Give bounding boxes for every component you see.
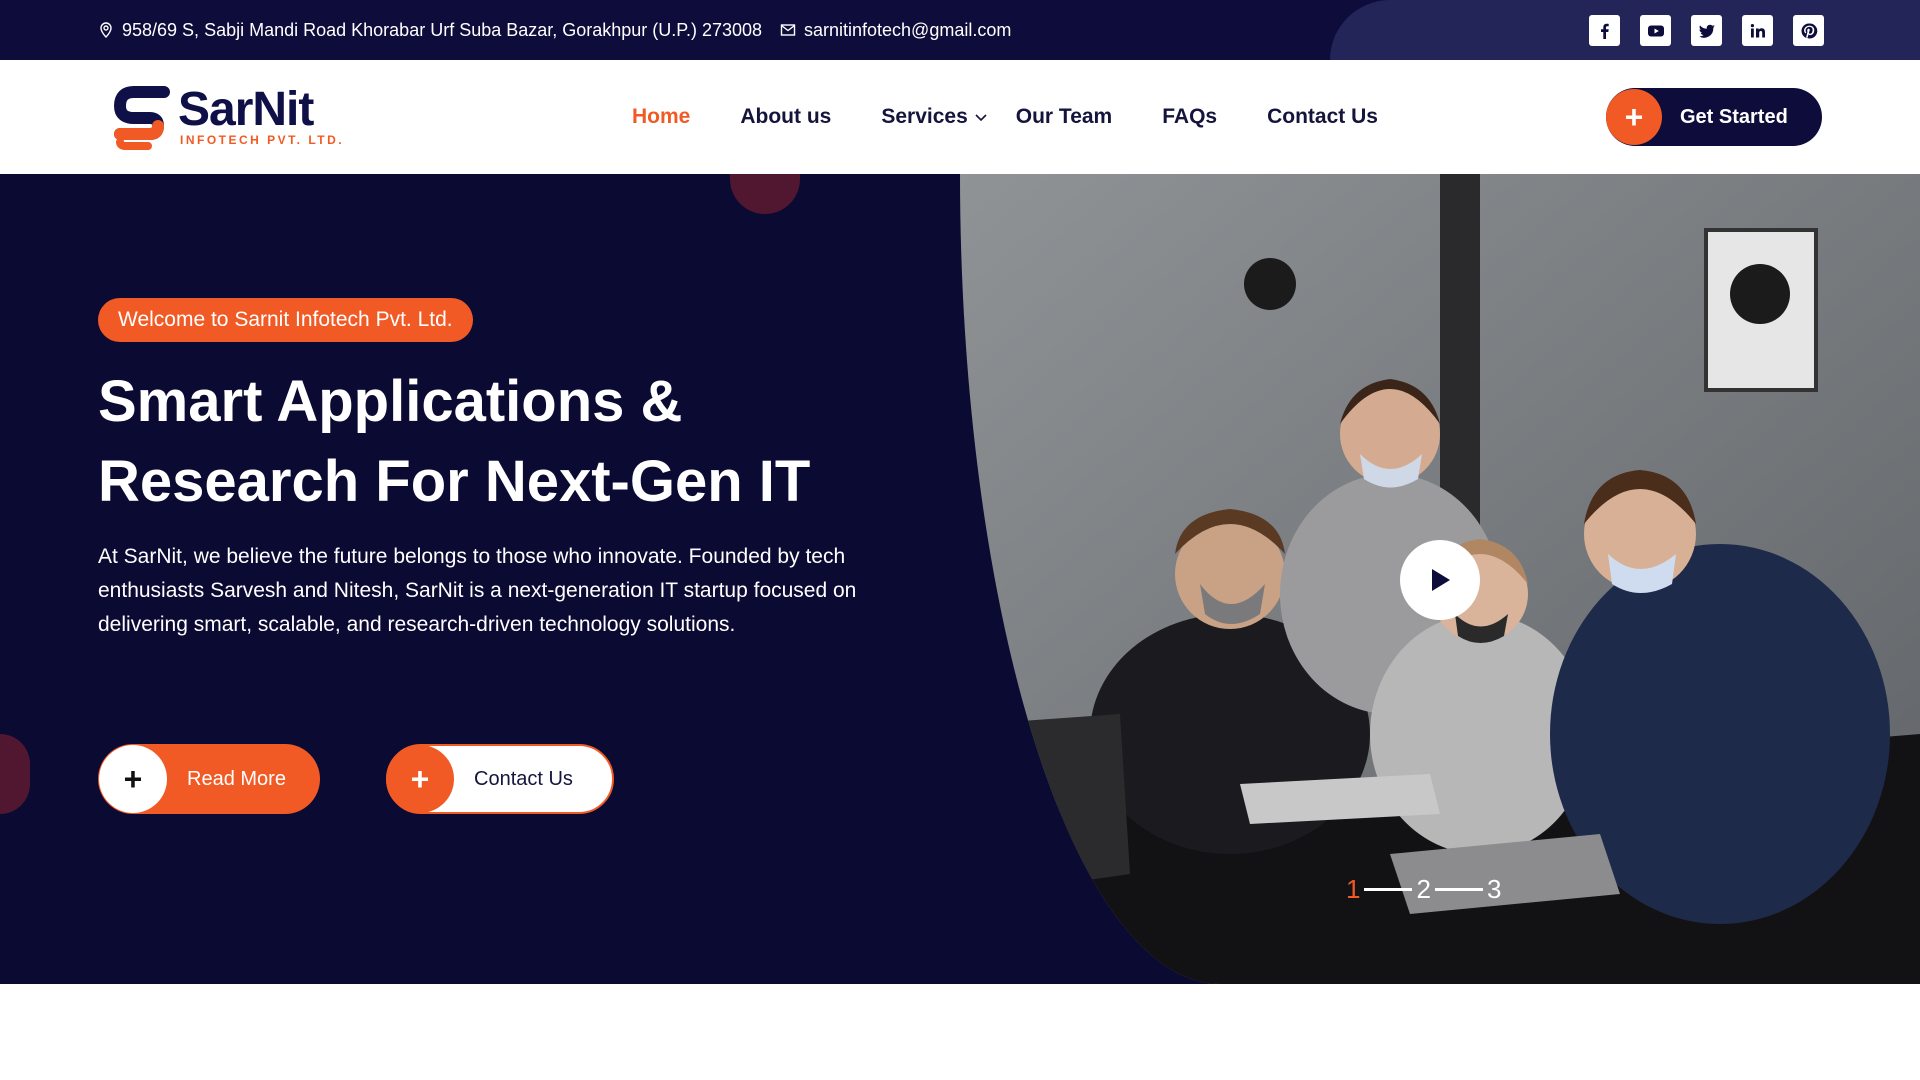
get-started-button[interactable]: + Get Started: [1606, 88, 1822, 146]
facebook-icon[interactable]: [1589, 15, 1620, 46]
decorative-circle: [730, 174, 800, 214]
top-bar: 958/69 S, Sabji Mandi Road Khorabar Urf …: [0, 0, 1920, 60]
hero-description: At SarNit, we believe the future belongs…: [98, 545, 857, 636]
hero-headline-line-1: Smart Applications &: [98, 369, 683, 434]
contact-us-button[interactable]: + Contact Us: [386, 744, 614, 814]
nav-about-us[interactable]: About us: [740, 105, 831, 129]
nav-services-label: Services: [881, 105, 968, 128]
plus-icon: +: [99, 745, 167, 813]
logo-name: SarNit: [178, 83, 314, 136]
address-text: 958/69 S, Sabji Mandi Road Khorabar Urf …: [122, 19, 763, 40]
nav-contact-us[interactable]: Contact Us: [1267, 105, 1378, 129]
email-info[interactable]: sarnitinfotech@gmail.com: [780, 0, 1011, 60]
slide-2-indicator[interactable]: 2: [1416, 874, 1430, 905]
slide-3-indicator[interactable]: 3: [1487, 874, 1501, 905]
decorative-circle: [0, 734, 30, 814]
nav-home[interactable]: Home: [632, 105, 690, 129]
play-video-button[interactable]: [1400, 540, 1480, 620]
slide-1-indicator[interactable]: 1: [1346, 874, 1360, 905]
main-header: SarNit INFOTECH PVT. LTD. Home About us …: [0, 60, 1920, 174]
main-nav: Home About us Services Our Team FAQs Con…: [632, 60, 1428, 174]
nav-faqs[interactable]: FAQs: [1162, 105, 1217, 129]
youtube-icon[interactable]: [1640, 15, 1671, 46]
linkedin-icon[interactable]: [1742, 15, 1773, 46]
nav-our-team[interactable]: Our Team: [1016, 105, 1112, 129]
logo[interactable]: SarNit INFOTECH PVT. LTD.: [114, 82, 344, 152]
location-icon: [100, 22, 112, 38]
social-links: [1589, 15, 1824, 46]
address-info: 958/69 S, Sabji Mandi Road Khorabar Urf …: [98, 0, 762, 60]
twitter-icon[interactable]: [1691, 15, 1722, 46]
logo-subtitle: INFOTECH PVT. LTD.: [180, 133, 345, 147]
hero-headline-line-2: Research For Next-Gen IT: [98, 449, 811, 514]
get-started-label: Get Started: [1680, 105, 1788, 128]
chevron-down-icon: [975, 114, 987, 122]
slide-pager: 1 2 3: [1346, 874, 1501, 905]
play-icon: [1432, 569, 1450, 591]
read-more-label: Read More: [187, 767, 286, 790]
hero-section: Welcome to Sarnit Infotech Pvt. Ltd. Sma…: [0, 174, 1920, 984]
logo-mark-icon: [114, 86, 170, 150]
pinterest-icon[interactable]: [1793, 15, 1824, 46]
pager-divider: [1434, 888, 1483, 891]
pager-divider: [1364, 888, 1413, 891]
nav-services[interactable]: Services: [881, 105, 987, 129]
contact-us-label: Contact Us: [474, 767, 573, 790]
mail-icon: [780, 24, 796, 36]
plus-icon: +: [386, 745, 454, 813]
email-text[interactable]: sarnitinfotech@gmail.com: [804, 20, 1011, 41]
hero-headline: Smart Applications & Research For Next-G…: [98, 362, 898, 522]
logo-text: SarNit INFOTECH PVT. LTD.: [178, 83, 345, 148]
welcome-badge: Welcome to Sarnit Infotech Pvt. Ltd.: [98, 298, 473, 342]
read-more-button[interactable]: + Read More: [98, 744, 320, 814]
plus-icon: +: [1606, 89, 1662, 145]
